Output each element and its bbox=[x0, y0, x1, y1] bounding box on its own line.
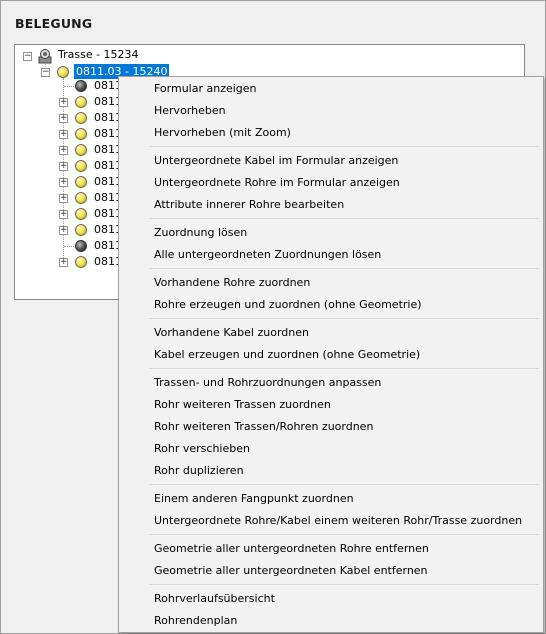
menu-item-adjust-assignments[interactable]: Trassen- und Rohrzuordnungen anpassen bbox=[119, 372, 543, 394]
yellow-circle-icon bbox=[75, 160, 87, 172]
panel-title: BELEGUNG bbox=[15, 16, 93, 31]
expand-toggle[interactable]: + bbox=[59, 146, 68, 155]
menu-separator bbox=[149, 484, 539, 485]
expand-toggle[interactable]: + bbox=[59, 210, 68, 219]
yellow-circle-icon bbox=[75, 176, 87, 188]
menu-item-release-assignment[interactable]: Zuordnung lösen bbox=[119, 222, 543, 244]
menu-item-assign-sub-to-other[interactable]: Untergeordnete Rohre/Kabel einem weitere… bbox=[119, 510, 543, 532]
dark-circle-icon bbox=[75, 240, 87, 252]
trasse-icon bbox=[38, 49, 52, 64]
menu-item-move-pipe[interactable]: Rohr verschieben bbox=[119, 438, 543, 460]
menu-item-assign-existing-pipes[interactable]: Vorhandene Rohre zuordnen bbox=[119, 272, 543, 294]
menu-item-remove-cable-geometry[interactable]: Geometrie aller untergeordneten Kabel en… bbox=[119, 560, 543, 582]
menu-item-assign-pipe-trassen[interactable]: Rohr weiteren Trassen zuordnen bbox=[119, 394, 543, 416]
menu-separator bbox=[149, 318, 539, 319]
menu-item-sub-pipes-form[interactable]: Untergeordnete Rohre im Formular anzeige… bbox=[119, 172, 543, 194]
menu-item-assign-pipe-trassen-pipes[interactable]: Rohr weiteren Trassen/Rohren zuordnen bbox=[119, 416, 543, 438]
menu-item-sub-cables-form[interactable]: Untergeordnete Kabel im Formular anzeige… bbox=[119, 150, 543, 172]
yellow-circle-icon bbox=[75, 96, 87, 108]
menu-item-pipe-end-plan[interactable]: Rohrendenplan bbox=[119, 610, 543, 632]
menu-item-pipe-overview[interactable]: Rohrverlaufsübersicht bbox=[119, 588, 543, 610]
menu-separator bbox=[149, 146, 539, 147]
menu-item-remove-pipe-geometry[interactable]: Geometrie aller untergeordneten Rohre en… bbox=[119, 538, 543, 560]
expand-toggle[interactable]: + bbox=[59, 130, 68, 139]
menu-separator bbox=[149, 584, 539, 585]
menu-item-highlight[interactable]: Hervorheben bbox=[119, 100, 543, 122]
yellow-circle-icon bbox=[75, 208, 87, 220]
menu-item-highlight-zoom[interactable]: Hervorheben (mit Zoom) bbox=[119, 122, 543, 144]
menu-item-duplicate-pipe[interactable]: Rohr duplizieren bbox=[119, 460, 543, 482]
yellow-circle-icon bbox=[75, 128, 87, 140]
menu-item-release-all-sub-assignments[interactable]: Alle untergeordneten Zuordnungen lösen bbox=[119, 244, 543, 266]
yellow-circle-icon bbox=[75, 144, 87, 156]
menu-separator bbox=[149, 268, 539, 269]
expand-toggle[interactable]: + bbox=[59, 162, 68, 171]
expand-toggle[interactable]: + bbox=[59, 226, 68, 235]
yellow-circle-icon bbox=[75, 224, 87, 236]
collapse-toggle-selected[interactable]: − bbox=[41, 68, 50, 77]
expand-toggle[interactable]: + bbox=[59, 194, 68, 203]
yellow-circle-icon bbox=[57, 66, 69, 78]
yellow-circle-icon bbox=[75, 256, 87, 268]
menu-separator bbox=[149, 368, 539, 369]
menu-item-create-assign-pipes[interactable]: Rohre erzeugen und zuordnen (ohne Geomet… bbox=[119, 294, 543, 316]
menu-item-edit-inner-pipe-attrs[interactable]: Attribute innerer Rohre bearbeiten bbox=[119, 194, 543, 216]
menu-separator bbox=[149, 534, 539, 535]
expand-toggle[interactable]: + bbox=[59, 258, 68, 267]
expand-toggle[interactable]: + bbox=[59, 178, 68, 187]
context-menu: Formular anzeigen Hervorheben Hervorheben … bbox=[118, 76, 544, 633]
belegung-panel: BELEGUNG − Trasse - 15234 − 0811.03 - 15… bbox=[0, 0, 546, 634]
yellow-circle-icon bbox=[75, 112, 87, 124]
menu-item-create-assign-cables[interactable]: Kabel erzeugen und zuordnen (ohne Geomet… bbox=[119, 344, 543, 366]
tree-root-label[interactable]: Trasse - 15234 bbox=[58, 48, 139, 61]
menu-separator bbox=[149, 218, 539, 219]
collapse-toggle-root[interactable]: − bbox=[23, 52, 32, 61]
menu-item-assign-existing-cables[interactable]: Vorhandene Kabel zuordnen bbox=[119, 322, 543, 344]
menu-item-assign-other-catchpoint[interactable]: Einem anderen Fangpunkt zuordnen bbox=[119, 488, 543, 510]
expand-toggle[interactable]: + bbox=[59, 114, 68, 123]
yellow-circle-icon bbox=[75, 192, 87, 204]
menu-item-show-form[interactable]: Formular anzeigen bbox=[119, 78, 543, 100]
expand-toggle[interactable]: + bbox=[59, 98, 68, 107]
dark-circle-icon bbox=[75, 80, 87, 92]
